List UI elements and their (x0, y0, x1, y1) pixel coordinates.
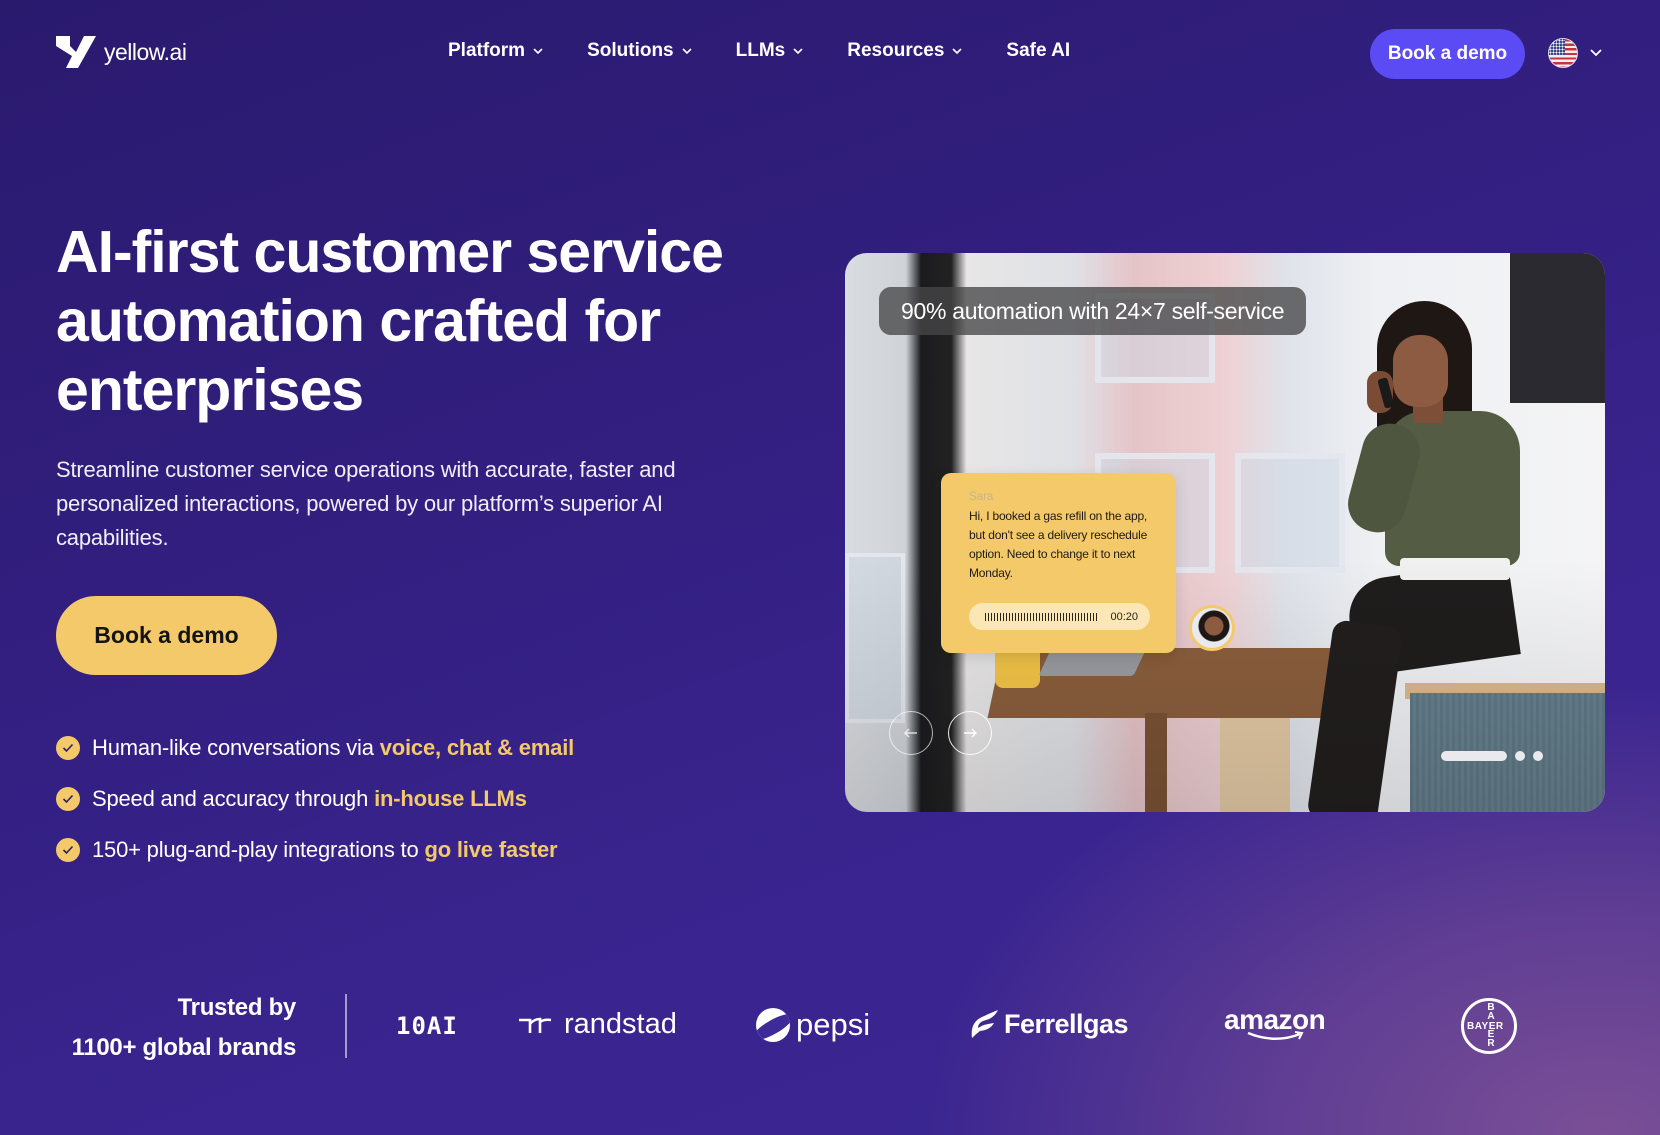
chat-message-text: Hi, I booked a gas refill on the app, bu… (969, 509, 1148, 580)
feature-highlight: go live faster (424, 836, 558, 862)
arrow-right-icon (964, 728, 977, 738)
feature-text: 150+ plug-and-play integrations to (92, 836, 419, 862)
brand-name: Ferrellgas (1004, 1008, 1129, 1039)
nav-item-label: Solutions (587, 40, 674, 61)
arrow-left-icon (904, 728, 917, 738)
brand-logo-randstad: randstad (518, 1008, 677, 1041)
hero-title: AI-first customer service automation cra… (56, 219, 724, 423)
nav-item-label: LLMs (735, 40, 786, 61)
chat-sender-name: Sara (969, 491, 994, 503)
carousel-prev-button[interactable] (889, 711, 933, 755)
nav-item-resources[interactable]: Resources (847, 40, 962, 62)
hero-book-demo-button[interactable]: Book a demo (56, 596, 277, 675)
nav-item-solutions[interactable]: Solutions (587, 40, 692, 62)
nav-item-label: Platform (448, 40, 526, 61)
audio-waveform-icon (985, 612, 1097, 621)
hero-subtitle: Streamline customer service operations w… (56, 457, 676, 550)
brand-logo-bayer: BAYER BAER (1461, 998, 1517, 1054)
chevron-down-icon (793, 48, 803, 55)
carousel-dot-active[interactable] (1441, 751, 1507, 761)
check-circle-icon (56, 735, 80, 760)
sender-avatar (1189, 605, 1235, 651)
audio-duration: 00:20 (1110, 610, 1138, 623)
nav-item-safe-ai[interactable]: Safe AI (1006, 40, 1070, 62)
randstad-mark-icon (519, 1017, 552, 1033)
amazon-smile-icon (1247, 1031, 1304, 1040)
feature-list: Human-like conversations via voice, chat… (56, 722, 574, 875)
feature-item: 150+ plug-and-play integrations to go li… (56, 824, 574, 875)
pepsi-globe-icon (756, 1008, 790, 1042)
carousel-dot[interactable] (1533, 751, 1543, 761)
chat-message-card: Sara Hi, I booked a gas refill on the ap… (941, 473, 1176, 653)
ferrellgas-flame-icon (971, 1010, 998, 1038)
nav-item-llms[interactable]: LLMs (736, 40, 804, 62)
divider (345, 994, 347, 1058)
main-menu: Platform Solutions LLMs Resources Safe A… (448, 40, 1114, 62)
chevron-down-icon (533, 48, 543, 55)
nav-book-demo-button[interactable]: Book a demo (1370, 29, 1525, 79)
us-flag-icon (1548, 38, 1578, 68)
nav-item-platform[interactable]: Platform (448, 40, 543, 62)
feature-text: Speed and accuracy through (92, 785, 369, 811)
automation-badge: 90% automation with 24×7 self-service (879, 287, 1307, 335)
brand-logo-10ai: 10AI (396, 1012, 458, 1040)
chevron-down-icon (952, 48, 962, 55)
top-navigation: yellow.ai Platform Solutions LLMs Resour… (0, 0, 1660, 110)
trusted-line-2: 1100+ global brands (71, 1034, 297, 1061)
logo-text: yellow.ai (104, 38, 187, 65)
feature-highlight: in-house LLMs (374, 785, 527, 811)
yellow-ai-logo[interactable]: yellow.ai (56, 34, 187, 70)
brand-name: pepsi (796, 1007, 871, 1042)
brand-logo-amazon: amazon (1224, 1004, 1326, 1042)
language-selector[interactable] (1548, 38, 1602, 68)
bayer-vertical-text: BAER (1487, 1002, 1495, 1049)
chevron-down-icon (1590, 49, 1602, 57)
brand-name: 10AI (396, 1012, 458, 1040)
chevron-down-icon (682, 48, 692, 55)
trusted-line-1: Trusted by (177, 994, 297, 1021)
feature-text: Human-like conversations via (92, 734, 374, 760)
feature-highlight: voice, chat & email (379, 734, 575, 760)
nav-item-label: Resources (847, 40, 945, 61)
brand-name: randstad (564, 1008, 677, 1040)
brand-logo-pepsi: pepsi (756, 1007, 870, 1043)
check-circle-icon (56, 786, 80, 811)
nav-item-label: Safe AI (1006, 40, 1071, 61)
check-circle-icon (56, 837, 80, 862)
yellow-ai-logo-icon (56, 36, 96, 68)
carousel-dot[interactable] (1515, 751, 1525, 761)
voice-message-player[interactable]: 00:20 (969, 603, 1150, 630)
brand-logo-ferrellgas: Ferrellgas (968, 1008, 1129, 1040)
feature-item: Speed and accuracy through in-house LLMs (56, 773, 574, 824)
carousel-next-button[interactable] (948, 711, 992, 755)
carousel-pagination (1441, 751, 1543, 761)
trusted-by-heading: Trusted by 1100+ global brands (56, 988, 297, 1068)
feature-item: Human-like conversations via voice, chat… (56, 722, 574, 773)
hero-media-carousel: 90% automation with 24×7 self-service Sa… (845, 253, 1605, 812)
